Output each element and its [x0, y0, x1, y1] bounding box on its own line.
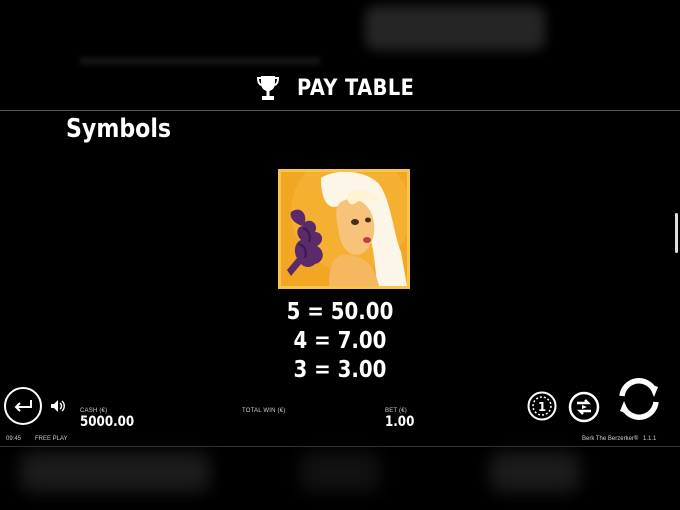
play-mode: FREE PLAY — [35, 436, 68, 442]
clock: 09:45 — [6, 436, 22, 442]
blurred-bottom-element — [490, 452, 580, 492]
page-title: PAY TABLE — [297, 75, 415, 101]
scrollbar-thumb[interactable] — [675, 213, 678, 253]
game-version: 1.1.1 — [643, 436, 657, 442]
section-title: Symbols — [66, 114, 172, 144]
total-win-display: TOTAL WIN (€) — [242, 408, 286, 414]
blurred-header-element — [365, 6, 545, 50]
blurred-bottom-element — [300, 452, 380, 492]
payout-3: 3 = 3.00 — [293, 357, 387, 383]
status-divider — [0, 446, 680, 447]
status-bar: 09:45 FREE PLAY Berk The Berzerker® 1.1.… — [0, 434, 680, 446]
back-button[interactable] — [4, 387, 42, 425]
header-divider — [0, 110, 680, 111]
return-arrow-icon — [14, 400, 32, 412]
trophy-icon — [257, 76, 280, 100]
cash-display: CASH (€) 5000.00 — [80, 408, 144, 430]
svg-text:1: 1 — [538, 400, 546, 414]
game-name: Berk The Berzerker® — [582, 436, 639, 442]
pay-table-header: PAY TABLE — [0, 66, 680, 110]
bet-display: BET (€) 1.00 — [385, 408, 420, 430]
woman-symbol-art — [281, 172, 407, 286]
bet-value: 1.00 — [385, 414, 415, 430]
payout-5: 5 = 50.00 — [286, 299, 394, 325]
blurred-bottom-element — [20, 452, 210, 492]
spin-button[interactable] — [614, 374, 664, 424]
cash-value: 5000.00 — [80, 414, 135, 430]
payout-4: 4 = 7.00 — [293, 328, 387, 354]
symbol-payouts: 5 = 50.00 4 = 7.00 3 = 3.00 — [240, 298, 440, 385]
sound-icon[interactable] — [50, 398, 66, 414]
total-win-label: TOTAL WIN (€) — [242, 408, 286, 414]
coin-bet-button[interactable]: 1 — [527, 391, 557, 421]
autoplay-button[interactable] — [568, 391, 600, 423]
blurred-header-line — [80, 58, 320, 64]
woman-symbol-icon — [278, 169, 410, 289]
